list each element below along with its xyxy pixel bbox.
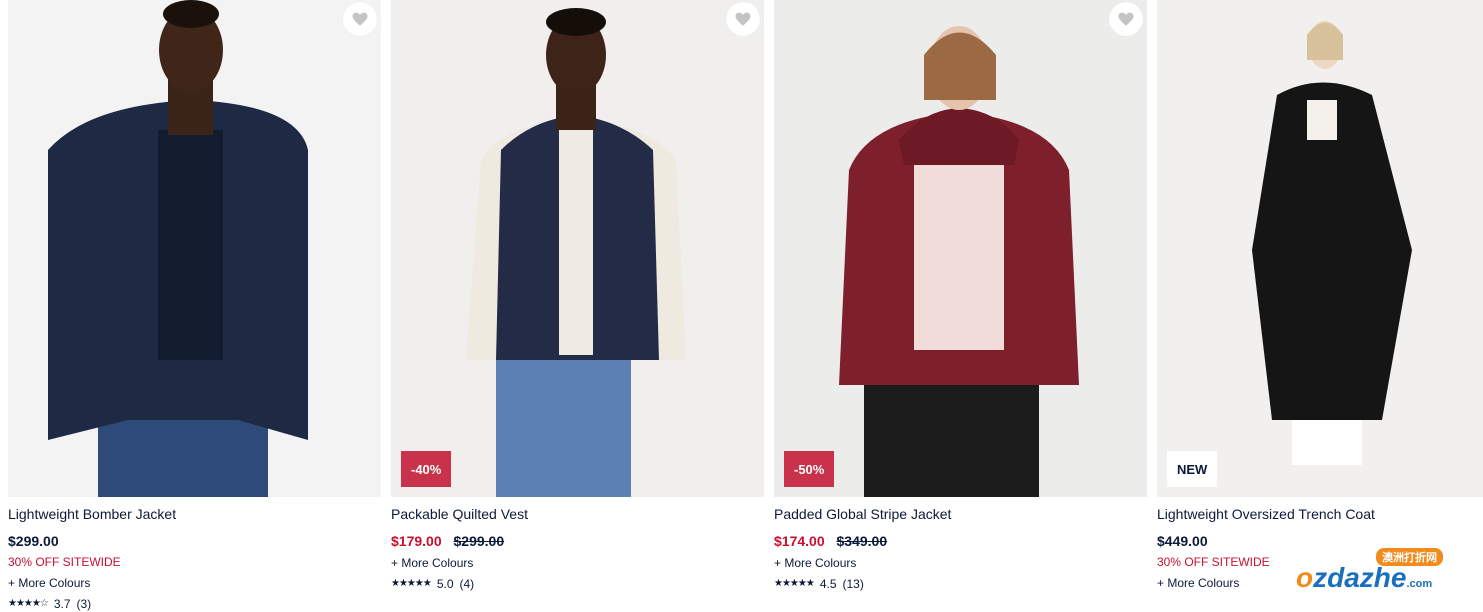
- original-price: $299.00: [453, 533, 505, 549]
- product-name[interactable]: Lightweight Bomber Jacket: [8, 505, 381, 523]
- more-colours-link[interactable]: + More Colours: [391, 555, 764, 571]
- product-image[interactable]: NEW: [1157, 0, 1483, 497]
- favorite-button[interactable]: [726, 2, 760, 36]
- promo-text: 30% OFF SITEWIDE: [8, 555, 121, 569]
- product-card[interactable]: -50% Padded Global Stripe Jacket $174.00…: [774, 0, 1147, 592]
- product-card[interactable]: NEW Lightweight Oversized Trench Coat $4…: [1157, 0, 1483, 591]
- discount-badge: -50%: [784, 451, 835, 487]
- product-image[interactable]: [8, 0, 381, 497]
- product-price: $449.00: [1157, 533, 1208, 549]
- rating: ★★★★★ 5.0 (4): [391, 576, 764, 592]
- product-name[interactable]: Lightweight Oversized Trench Coat: [1157, 505, 1483, 523]
- product-image[interactable]: -50%: [774, 0, 1147, 497]
- star-rating-icon: ★★★★★: [391, 578, 432, 589]
- rating-value: 3.7: [53, 597, 71, 611]
- watermark-text: ozdazhe.com: [1296, 562, 1433, 593]
- product-name[interactable]: Padded Global Stripe Jacket: [774, 505, 1147, 523]
- discount-badge: -40%: [401, 451, 452, 487]
- favorite-button[interactable]: [343, 2, 377, 36]
- product-name[interactable]: Packable Quilted Vest: [391, 505, 764, 523]
- watermark-logo: 澳洲打折网 ozdazhe.com: [1296, 548, 1464, 594]
- sale-price: $179.00: [391, 533, 442, 549]
- original-price: $349.00: [836, 533, 888, 549]
- rating-value: 5.0: [436, 577, 454, 591]
- heart-icon: [1118, 12, 1134, 26]
- review-count: (3): [76, 597, 92, 611]
- review-count: (13): [842, 577, 864, 591]
- rating: ★★★★☆ 3.7 (3): [8, 596, 381, 612]
- heart-icon: [735, 12, 751, 26]
- star-rating-icon: ★★★★☆: [8, 598, 49, 609]
- product-card[interactable]: Lightweight Bomber Jacket $299.00 30% OF…: [8, 0, 381, 612]
- heart-icon: [352, 12, 368, 26]
- star-rating-icon: ★★★★★: [774, 578, 815, 589]
- favorite-button[interactable]: [1109, 2, 1143, 36]
- rating-value: 4.5: [819, 577, 837, 591]
- rating: ★★★★★ 4.5 (13): [774, 576, 1147, 592]
- new-badge: NEW: [1167, 451, 1218, 487]
- more-colours-link[interactable]: + More Colours: [774, 555, 1147, 571]
- review-count: (4): [459, 577, 475, 591]
- product-price: $299.00: [8, 533, 59, 549]
- product-card[interactable]: -40% Packable Quilted Vest $179.00 $299.…: [391, 0, 764, 592]
- product-grid: Lightweight Bomber Jacket $299.00 30% OF…: [0, 0, 1483, 611]
- more-colours-link[interactable]: + More Colours: [8, 575, 381, 591]
- product-image[interactable]: -40%: [391, 0, 764, 497]
- sale-price: $174.00: [774, 533, 825, 549]
